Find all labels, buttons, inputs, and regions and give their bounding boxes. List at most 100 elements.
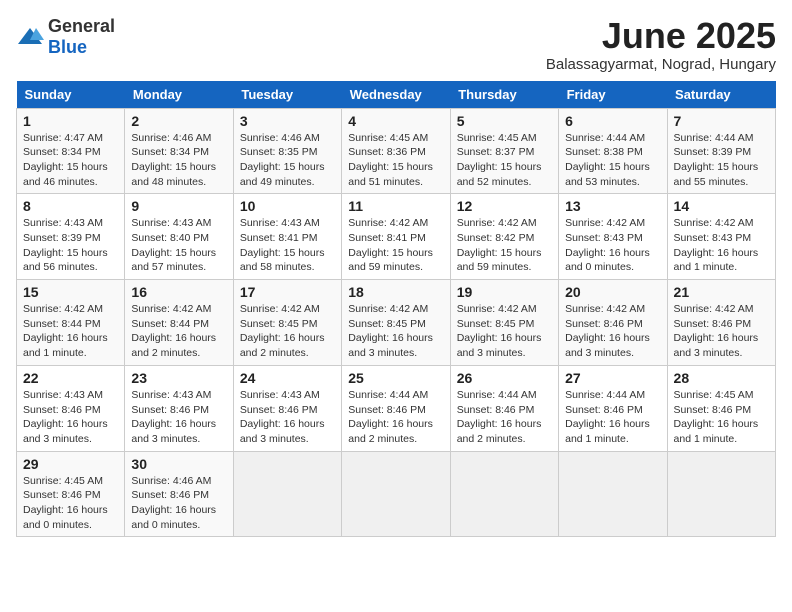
day-cell-20: 20 Sunrise: 4:42 AMSunset: 8:46 PMDaylig… [559, 280, 667, 366]
empty-cell [450, 451, 558, 537]
day-info: Sunrise: 4:43 AMSunset: 8:40 PMDaylight:… [131, 216, 226, 275]
day-cell-19: 19 Sunrise: 4:42 AMSunset: 8:45 PMDaylig… [450, 280, 558, 366]
weekday-header-row: Sunday Monday Tuesday Wednesday Thursday… [17, 81, 776, 109]
title-area: June 2025 Balassagyarmat, Nograd, Hungar… [546, 16, 776, 73]
logo: General Blue [16, 16, 115, 58]
empty-cell [342, 451, 450, 537]
header-sunday: Sunday [17, 81, 125, 109]
logo-icon [16, 26, 44, 48]
day-info: Sunrise: 4:44 AMSunset: 8:46 PMDaylight:… [457, 388, 552, 447]
day-cell-6: 6 Sunrise: 4:44 AMSunset: 8:38 PMDayligh… [559, 108, 667, 194]
day-info: Sunrise: 4:43 AMSunset: 8:46 PMDaylight:… [131, 388, 226, 447]
day-number: 22 [23, 370, 118, 386]
page-header: General Blue June 2025 Balassagyarmat, N… [16, 16, 776, 73]
day-cell-29: 29 Sunrise: 4:45 AMSunset: 8:46 PMDaylig… [17, 451, 125, 537]
day-cell-21: 21 Sunrise: 4:42 AMSunset: 8:46 PMDaylig… [667, 280, 775, 366]
day-cell-9: 9 Sunrise: 4:43 AMSunset: 8:40 PMDayligh… [125, 194, 233, 280]
day-info: Sunrise: 4:42 AMSunset: 8:44 PMDaylight:… [131, 302, 226, 361]
header-tuesday: Tuesday [233, 81, 341, 109]
day-number: 11 [348, 198, 443, 214]
header-thursday: Thursday [450, 81, 558, 109]
header-saturday: Saturday [667, 81, 775, 109]
day-number: 8 [23, 198, 118, 214]
day-cell-7: 7 Sunrise: 4:44 AMSunset: 8:39 PMDayligh… [667, 108, 775, 194]
day-number: 10 [240, 198, 335, 214]
day-info: Sunrise: 4:44 AMSunset: 8:38 PMDaylight:… [565, 131, 660, 190]
day-info: Sunrise: 4:42 AMSunset: 8:41 PMDaylight:… [348, 216, 443, 275]
day-number: 16 [131, 284, 226, 300]
location-subtitle: Balassagyarmat, Nograd, Hungary [546, 56, 776, 73]
day-number: 20 [565, 284, 660, 300]
day-cell-24: 24 Sunrise: 4:43 AMSunset: 8:46 PMDaylig… [233, 365, 341, 451]
day-cell-14: 14 Sunrise: 4:42 AMSunset: 8:43 PMDaylig… [667, 194, 775, 280]
day-number: 27 [565, 370, 660, 386]
day-cell-3: 3 Sunrise: 4:46 AMSunset: 8:35 PMDayligh… [233, 108, 341, 194]
day-number: 19 [457, 284, 552, 300]
table-row: 29 Sunrise: 4:45 AMSunset: 8:46 PMDaylig… [17, 451, 776, 537]
day-number: 2 [131, 113, 226, 129]
day-info: Sunrise: 4:42 AMSunset: 8:43 PMDaylight:… [674, 216, 769, 275]
day-cell-17: 17 Sunrise: 4:42 AMSunset: 8:45 PMDaylig… [233, 280, 341, 366]
day-cell-30: 30 Sunrise: 4:46 AMSunset: 8:46 PMDaylig… [125, 451, 233, 537]
empty-cell [233, 451, 341, 537]
day-info: Sunrise: 4:46 AMSunset: 8:34 PMDaylight:… [131, 131, 226, 190]
day-cell-25: 25 Sunrise: 4:44 AMSunset: 8:46 PMDaylig… [342, 365, 450, 451]
logo-text: General Blue [48, 16, 115, 58]
day-cell-23: 23 Sunrise: 4:43 AMSunset: 8:46 PMDaylig… [125, 365, 233, 451]
day-cell-13: 13 Sunrise: 4:42 AMSunset: 8:43 PMDaylig… [559, 194, 667, 280]
table-row: 15 Sunrise: 4:42 AMSunset: 8:44 PMDaylig… [17, 280, 776, 366]
day-number: 13 [565, 198, 660, 214]
day-cell-1: 1 Sunrise: 4:47 AMSunset: 8:34 PMDayligh… [17, 108, 125, 194]
day-number: 14 [674, 198, 769, 214]
table-row: 8 Sunrise: 4:43 AMSunset: 8:39 PMDayligh… [17, 194, 776, 280]
day-number: 9 [131, 198, 226, 214]
day-info: Sunrise: 4:47 AMSunset: 8:34 PMDaylight:… [23, 131, 118, 190]
empty-cell [559, 451, 667, 537]
day-info: Sunrise: 4:45 AMSunset: 8:46 PMDaylight:… [23, 474, 118, 533]
day-info: Sunrise: 4:43 AMSunset: 8:39 PMDaylight:… [23, 216, 118, 275]
day-number: 3 [240, 113, 335, 129]
header-monday: Monday [125, 81, 233, 109]
day-info: Sunrise: 4:45 AMSunset: 8:46 PMDaylight:… [674, 388, 769, 447]
day-cell-18: 18 Sunrise: 4:42 AMSunset: 8:45 PMDaylig… [342, 280, 450, 366]
day-cell-28: 28 Sunrise: 4:45 AMSunset: 8:46 PMDaylig… [667, 365, 775, 451]
table-row: 1 Sunrise: 4:47 AMSunset: 8:34 PMDayligh… [17, 108, 776, 194]
empty-cell [667, 451, 775, 537]
day-info: Sunrise: 4:46 AMSunset: 8:35 PMDaylight:… [240, 131, 335, 190]
day-info: Sunrise: 4:45 AMSunset: 8:36 PMDaylight:… [348, 131, 443, 190]
day-number: 7 [674, 113, 769, 129]
day-info: Sunrise: 4:44 AMSunset: 8:39 PMDaylight:… [674, 131, 769, 190]
day-info: Sunrise: 4:44 AMSunset: 8:46 PMDaylight:… [565, 388, 660, 447]
logo-general: General [48, 16, 115, 36]
day-number: 1 [23, 113, 118, 129]
day-number: 17 [240, 284, 335, 300]
day-number: 21 [674, 284, 769, 300]
day-number: 24 [240, 370, 335, 386]
day-number: 26 [457, 370, 552, 386]
day-number: 6 [565, 113, 660, 129]
day-info: Sunrise: 4:43 AMSunset: 8:41 PMDaylight:… [240, 216, 335, 275]
day-info: Sunrise: 4:42 AMSunset: 8:43 PMDaylight:… [565, 216, 660, 275]
day-info: Sunrise: 4:42 AMSunset: 8:42 PMDaylight:… [457, 216, 552, 275]
day-info: Sunrise: 4:42 AMSunset: 8:45 PMDaylight:… [457, 302, 552, 361]
day-cell-2: 2 Sunrise: 4:46 AMSunset: 8:34 PMDayligh… [125, 108, 233, 194]
table-row: 22 Sunrise: 4:43 AMSunset: 8:46 PMDaylig… [17, 365, 776, 451]
day-cell-5: 5 Sunrise: 4:45 AMSunset: 8:37 PMDayligh… [450, 108, 558, 194]
day-number: 4 [348, 113, 443, 129]
day-cell-27: 27 Sunrise: 4:44 AMSunset: 8:46 PMDaylig… [559, 365, 667, 451]
day-cell-12: 12 Sunrise: 4:42 AMSunset: 8:42 PMDaylig… [450, 194, 558, 280]
logo-blue: Blue [48, 37, 87, 57]
day-info: Sunrise: 4:46 AMSunset: 8:46 PMDaylight:… [131, 474, 226, 533]
day-cell-22: 22 Sunrise: 4:43 AMSunset: 8:46 PMDaylig… [17, 365, 125, 451]
day-cell-26: 26 Sunrise: 4:44 AMSunset: 8:46 PMDaylig… [450, 365, 558, 451]
day-cell-16: 16 Sunrise: 4:42 AMSunset: 8:44 PMDaylig… [125, 280, 233, 366]
month-title: June 2025 [546, 16, 776, 56]
day-info: Sunrise: 4:43 AMSunset: 8:46 PMDaylight:… [240, 388, 335, 447]
day-cell-4: 4 Sunrise: 4:45 AMSunset: 8:36 PMDayligh… [342, 108, 450, 194]
day-number: 5 [457, 113, 552, 129]
day-number: 25 [348, 370, 443, 386]
day-number: 18 [348, 284, 443, 300]
day-cell-15: 15 Sunrise: 4:42 AMSunset: 8:44 PMDaylig… [17, 280, 125, 366]
day-info: Sunrise: 4:42 AMSunset: 8:46 PMDaylight:… [674, 302, 769, 361]
day-number: 30 [131, 456, 226, 472]
